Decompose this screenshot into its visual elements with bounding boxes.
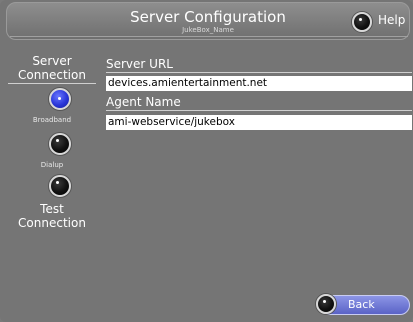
server-url-input[interactable]: devices.amientertainment.net	[106, 76, 412, 91]
test-connection-button[interactable]: Test Connection	[8, 202, 96, 230]
test-line-2: Connection	[18, 216, 86, 230]
agent-name-label: Agent Name	[106, 95, 412, 111]
heading-line-2: Connection	[18, 68, 86, 82]
broadband-label: Broadband	[32, 116, 72, 124]
server-connection-heading: Server Connection	[8, 54, 96, 82]
agent-name-input[interactable]: ami-webservice/jukebox	[106, 115, 412, 130]
test-line-1: Test	[40, 202, 64, 216]
back-label: Back	[348, 298, 375, 311]
help-label: Help	[378, 13, 406, 27]
header-divider	[10, 36, 408, 45]
app-screen: Server Configuration JukeBox_Name Help S…	[0, 0, 413, 322]
page-title: Server Configuration	[130, 8, 286, 26]
dialup-radio-icon[interactable]	[49, 133, 71, 155]
heading-underline	[8, 83, 96, 84]
heading-line-1: Server	[32, 54, 72, 68]
server-url-label: Server URL	[106, 57, 412, 73]
help-knob-icon	[352, 12, 372, 32]
dialup-label: Dialup	[40, 161, 64, 169]
back-knob-icon	[316, 294, 336, 314]
test-connection-knob-icon[interactable]	[49, 175, 71, 197]
jukebox-name: JukeBox_Name	[182, 26, 234, 34]
broadband-radio-icon[interactable]	[49, 88, 71, 110]
header-bar: Server Configuration JukeBox_Name	[6, 2, 410, 40]
help-button[interactable]: Help	[352, 9, 410, 35]
